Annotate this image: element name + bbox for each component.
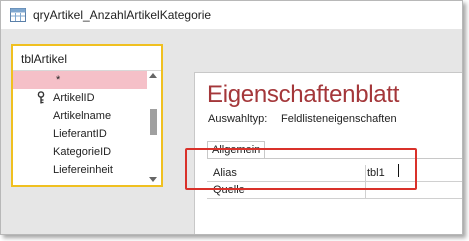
- window-title: qryArtikel_AnzahlArtikelKategorie: [33, 8, 212, 22]
- query-window: qryArtikel_AnzahlArtikelKategorie tblArt…: [0, 0, 463, 235]
- field-list-item-kategorieid[interactable]: KategorieID: [13, 143, 147, 161]
- field-list-item-lieferantid[interactable]: LieferantID: [13, 125, 147, 143]
- key-icon: [37, 91, 45, 104]
- window-titlebar[interactable]: qryArtikel_AnzahlArtikelKategorie: [1, 1, 462, 29]
- property-sheet-title: Eigenschaftenblatt: [207, 81, 400, 108]
- scroll-down-icon[interactable]: [149, 177, 157, 182]
- field-label: Artikelname: [53, 110, 112, 122]
- query-icon: [10, 8, 26, 22]
- field-label: LieferantID: [53, 128, 107, 140]
- field-list-item-all[interactable]: *: [13, 71, 147, 89]
- scrollbar-thumb[interactable]: [150, 109, 157, 135]
- table-field-list[interactable]: tblArtikel * ArtikelID Artikelname Liefe…: [11, 44, 163, 187]
- field-label: ArtikelID: [53, 92, 95, 104]
- field-label: KategorieID: [53, 146, 112, 158]
- field-list-item-artikelid[interactable]: ArtikelID: [13, 89, 147, 107]
- highlight-box: [185, 148, 417, 190]
- table-name: tblArtikel: [21, 52, 68, 66]
- selection-type-label: Auswahltyp:: [208, 113, 268, 125]
- field-list-item-liefereinheit[interactable]: Liefereinheit: [13, 161, 147, 179]
- field-list-item-artikelname[interactable]: Artikelname: [13, 107, 147, 125]
- table-title[interactable]: tblArtikel: [13, 46, 161, 71]
- text-cursor: [398, 164, 399, 177]
- scroll-up-icon[interactable]: [149, 73, 157, 78]
- field-label: *: [56, 74, 61, 86]
- selection-type-value: Feldlisteneigenschaften: [281, 113, 397, 125]
- field-list-scrollbar[interactable]: [147, 71, 160, 185]
- field-label: Liefereinheit: [53, 164, 113, 176]
